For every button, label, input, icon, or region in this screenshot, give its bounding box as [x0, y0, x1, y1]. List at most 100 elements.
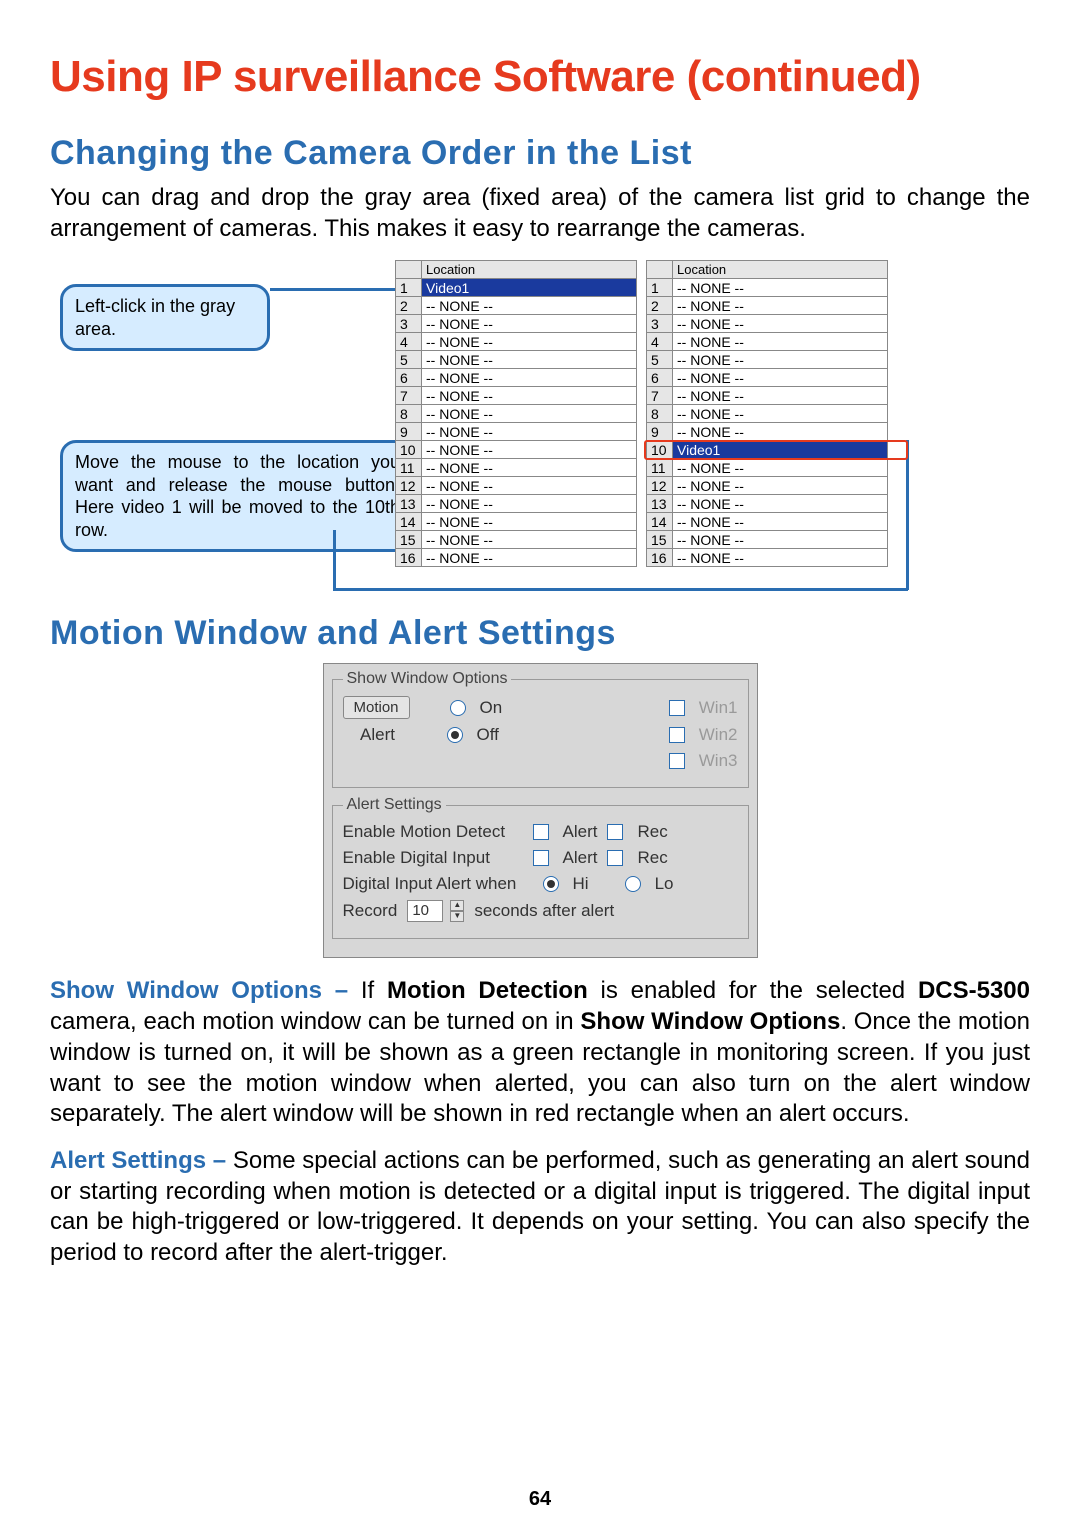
win1-checkbox[interactable] — [669, 700, 685, 716]
row-index[interactable]: 10 — [396, 441, 422, 459]
table-row[interactable]: 13-- NONE -- — [396, 495, 637, 513]
table-row[interactable]: 7-- NONE -- — [396, 387, 637, 405]
digital-rec-checkbox[interactable] — [607, 850, 623, 866]
row-value[interactable]: -- NONE -- — [422, 351, 637, 369]
off-radio[interactable] — [447, 727, 463, 743]
row-value[interactable]: -- NONE -- — [422, 387, 637, 405]
row-value[interactable]: -- NONE -- — [422, 459, 637, 477]
row-index[interactable]: 1 — [647, 279, 673, 297]
row-value[interactable]: -- NONE -- — [422, 297, 637, 315]
row-index[interactable]: 14 — [396, 513, 422, 531]
spin-buttons[interactable]: ▲▼ — [450, 900, 464, 922]
table-row[interactable]: 8-- NONE -- — [396, 405, 637, 423]
row-index[interactable]: 9 — [396, 423, 422, 441]
table-row[interactable]: 4-- NONE -- — [647, 333, 888, 351]
row-index[interactable]: 7 — [396, 387, 422, 405]
table-row[interactable]: 11-- NONE -- — [647, 459, 888, 477]
table-row[interactable]: 5-- NONE -- — [396, 351, 637, 369]
table-row[interactable]: 11-- NONE -- — [396, 459, 637, 477]
table-row[interactable]: 12-- NONE -- — [396, 477, 637, 495]
row-value[interactable]: -- NONE -- — [673, 549, 888, 567]
row-value[interactable]: -- NONE -- — [422, 423, 637, 441]
camera-list-right[interactable]: Location 1-- NONE --2-- NONE --3-- NONE … — [646, 260, 888, 567]
row-index[interactable]: 2 — [396, 297, 422, 315]
on-radio[interactable] — [450, 700, 466, 716]
win2-checkbox[interactable] — [669, 727, 685, 743]
row-index[interactable]: 6 — [396, 369, 422, 387]
row-index[interactable]: 5 — [647, 351, 673, 369]
row-value[interactable]: -- NONE -- — [673, 513, 888, 531]
table-row[interactable]: 13-- NONE -- — [647, 495, 888, 513]
row-index[interactable]: 13 — [396, 495, 422, 513]
row-value[interactable]: -- NONE -- — [422, 549, 637, 567]
table-row[interactable]: 15-- NONE -- — [396, 531, 637, 549]
row-value[interactable]: -- NONE -- — [673, 423, 888, 441]
table-row[interactable]: 3-- NONE -- — [396, 315, 637, 333]
row-value[interactable]: -- NONE -- — [422, 333, 637, 351]
table-row[interactable]: 15-- NONE -- — [647, 531, 888, 549]
row-index[interactable]: 16 — [647, 549, 673, 567]
row-index[interactable]: 15 — [396, 531, 422, 549]
table-row[interactable]: 6-- NONE -- — [647, 369, 888, 387]
table-row[interactable]: 2-- NONE -- — [396, 297, 637, 315]
row-index[interactable]: 8 — [647, 405, 673, 423]
table-row[interactable]: 1Video1 — [396, 279, 637, 297]
record-seconds-input[interactable]: 10 — [407, 900, 443, 922]
table-row[interactable]: 14-- NONE -- — [647, 513, 888, 531]
row-index[interactable]: 12 — [396, 477, 422, 495]
row-value[interactable]: -- NONE -- — [673, 495, 888, 513]
row-index[interactable]: 3 — [396, 315, 422, 333]
row-value[interactable]: -- NONE -- — [673, 369, 888, 387]
row-value[interactable]: -- NONE -- — [422, 369, 637, 387]
row-index[interactable]: 6 — [647, 369, 673, 387]
table-row[interactable]: 10Video1 — [647, 441, 888, 459]
row-value[interactable]: -- NONE -- — [673, 351, 888, 369]
row-value[interactable]: -- NONE -- — [422, 495, 637, 513]
win3-checkbox[interactable] — [669, 753, 685, 769]
row-value[interactable]: -- NONE -- — [673, 333, 888, 351]
table-row[interactable]: 2-- NONE -- — [647, 297, 888, 315]
row-value[interactable]: -- NONE -- — [673, 279, 888, 297]
row-value[interactable]: -- NONE -- — [673, 477, 888, 495]
lo-radio[interactable] — [625, 876, 641, 892]
row-value[interactable]: -- NONE -- — [422, 477, 637, 495]
table-row[interactable]: 8-- NONE -- — [647, 405, 888, 423]
row-index[interactable]: 16 — [396, 549, 422, 567]
table-row[interactable]: 9-- NONE -- — [647, 423, 888, 441]
row-value[interactable]: -- NONE -- — [673, 297, 888, 315]
row-value[interactable]: -- NONE -- — [422, 315, 637, 333]
table-row[interactable]: 3-- NONE -- — [647, 315, 888, 333]
digital-alert-checkbox[interactable] — [533, 850, 549, 866]
row-index[interactable]: 13 — [647, 495, 673, 513]
row-value[interactable]: -- NONE -- — [422, 405, 637, 423]
row-value[interactable]: -- NONE -- — [673, 405, 888, 423]
motion-button[interactable]: Motion — [343, 696, 410, 719]
row-index[interactable]: 11 — [647, 459, 673, 477]
table-row[interactable]: 4-- NONE -- — [396, 333, 637, 351]
row-index[interactable]: 8 — [396, 405, 422, 423]
row-value[interactable]: -- NONE -- — [422, 513, 637, 531]
row-index[interactable]: 11 — [396, 459, 422, 477]
table-row[interactable]: 10-- NONE -- — [396, 441, 637, 459]
table-row[interactable]: 16-- NONE -- — [647, 549, 888, 567]
table-row[interactable]: 5-- NONE -- — [647, 351, 888, 369]
row-index[interactable]: 15 — [647, 531, 673, 549]
row-index[interactable]: 4 — [647, 333, 673, 351]
row-value[interactable]: -- NONE -- — [673, 387, 888, 405]
motion-alert-checkbox[interactable] — [533, 824, 549, 840]
row-value[interactable]: Video1 — [673, 441, 888, 459]
row-value[interactable]: -- NONE -- — [422, 441, 637, 459]
table-row[interactable]: 14-- NONE -- — [396, 513, 637, 531]
row-value[interactable]: -- NONE -- — [673, 459, 888, 477]
table-row[interactable]: 12-- NONE -- — [647, 477, 888, 495]
row-value[interactable]: -- NONE -- — [422, 531, 637, 549]
row-index[interactable]: 9 — [647, 423, 673, 441]
row-index[interactable]: 4 — [396, 333, 422, 351]
row-index[interactable]: 1 — [396, 279, 422, 297]
row-index[interactable]: 5 — [396, 351, 422, 369]
row-index[interactable]: 7 — [647, 387, 673, 405]
row-index[interactable]: 10 — [647, 441, 673, 459]
row-index[interactable]: 3 — [647, 315, 673, 333]
hi-radio[interactable] — [543, 876, 559, 892]
table-row[interactable]: 9-- NONE -- — [396, 423, 637, 441]
